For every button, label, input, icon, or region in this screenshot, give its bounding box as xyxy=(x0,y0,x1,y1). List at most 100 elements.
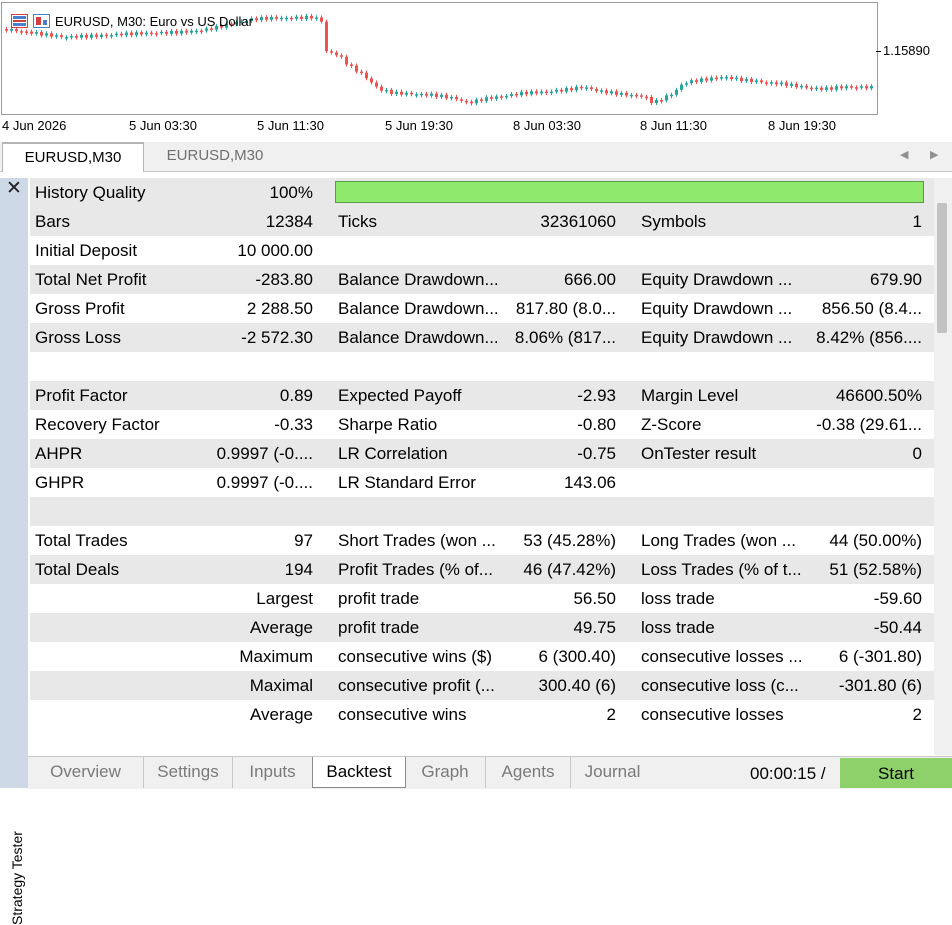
metric-value xyxy=(500,352,616,381)
candle-body xyxy=(335,52,338,56)
scroll-right-icon[interactable]: ▶ xyxy=(930,148,938,161)
scroll-thumb[interactable] xyxy=(937,203,947,333)
candle-body xyxy=(135,32,138,36)
metric-label: loss trade xyxy=(641,618,715,637)
candle-body xyxy=(700,78,703,83)
candle-body xyxy=(725,77,728,79)
candle-body xyxy=(580,86,583,89)
candle-body xyxy=(735,77,738,80)
candle-body xyxy=(870,86,873,89)
candle-body xyxy=(115,33,118,36)
candle-body xyxy=(750,78,753,83)
metric-value: 10 000.00 xyxy=(237,241,313,260)
metric-label: Equity Drawdown ... xyxy=(641,328,793,347)
candle-body xyxy=(100,34,103,37)
candle-body xyxy=(95,34,98,37)
candle-body xyxy=(520,91,523,96)
candle-body xyxy=(805,85,808,88)
metric-label: profit trade xyxy=(338,618,420,637)
candle-body xyxy=(380,86,383,91)
metric-value: 46600.50% xyxy=(835,386,922,405)
start-button[interactable]: Start xyxy=(840,758,952,788)
candle-body xyxy=(645,96,648,99)
candle-body xyxy=(130,32,133,36)
chart-frame[interactable]: EURUSD, M30: Euro vs US Dollar xyxy=(1,2,878,115)
candle-body xyxy=(630,94,633,97)
metric-label: Long Trades (won ... xyxy=(641,531,796,550)
candle-body xyxy=(495,96,498,99)
chart-grid-icon xyxy=(11,14,28,28)
candle-body xyxy=(360,71,363,74)
metric-label: LR Correlation xyxy=(338,444,448,463)
candle-body xyxy=(50,33,53,37)
metric-value: 6 (300.40) xyxy=(538,647,617,666)
time-label: 4 Jun 2026 xyxy=(2,118,67,133)
candle-body xyxy=(175,30,178,34)
candle-body xyxy=(330,51,333,53)
candle-body xyxy=(605,90,608,94)
close-icon[interactable]: ✕ xyxy=(3,178,25,200)
candle-body xyxy=(510,93,513,96)
candle-body xyxy=(600,90,603,92)
candle-body xyxy=(540,91,543,94)
metric-value: 0.9997 (-0.... xyxy=(216,444,313,463)
candle-body xyxy=(670,94,673,97)
chart-tab-active[interactable]: EURUSD,M30 xyxy=(2,142,144,172)
results-scrollbar[interactable] xyxy=(934,178,952,755)
candle-body xyxy=(705,78,708,81)
metric-label: Expected Payoff xyxy=(338,386,462,405)
tab-graph[interactable]: Graph xyxy=(405,757,486,788)
candle-body xyxy=(565,88,568,92)
tab-inputs[interactable]: Inputs xyxy=(233,757,312,788)
candle-body xyxy=(90,34,93,38)
results-row: Maximal consecutive profit (... 300.40 (6)… xyxy=(30,671,934,700)
metric-value: 49.75 xyxy=(573,618,616,637)
candle-body xyxy=(265,17,268,20)
metric-value: 2 xyxy=(912,705,922,724)
metric-label: profit trade xyxy=(338,589,420,608)
tab-settings[interactable]: Settings xyxy=(144,757,233,788)
metric-value: 56.50 xyxy=(573,589,616,608)
row-group-label: Average xyxy=(249,705,313,724)
metric-label xyxy=(338,236,503,265)
price-chart[interactable]: EURUSD, M30: Euro vs US Dollar 1.15890 4… xyxy=(0,0,952,142)
tab-agents[interactable]: Agents xyxy=(486,757,571,788)
candle-body xyxy=(400,91,403,95)
candle-body xyxy=(165,31,168,34)
metric-value: 1 xyxy=(912,212,922,231)
candle-body xyxy=(40,32,43,36)
chart-tab[interactable]: EURUSD,M30 xyxy=(145,142,285,170)
metric-label xyxy=(338,352,503,381)
strategy-tester-strip: ✕ Strategy Tester xyxy=(0,178,28,925)
metric-value xyxy=(800,497,922,526)
price-axis-label: 1.15890 xyxy=(883,43,930,58)
candle-body xyxy=(365,72,368,79)
row-group-label: Largest xyxy=(256,589,313,608)
metric-label: consecutive losses xyxy=(641,705,784,724)
metric-value xyxy=(500,497,616,526)
tab-overview[interactable]: Overview xyxy=(28,757,144,788)
metric-value: 8.06% (817... xyxy=(514,328,616,347)
candle-body xyxy=(730,77,733,80)
metric-value: 51 (52.58%) xyxy=(829,560,922,579)
tab-journal[interactable]: Journal xyxy=(571,757,654,788)
tab-backtest[interactable]: Backtest xyxy=(312,757,406,788)
chart-pane-icon xyxy=(33,14,50,28)
time-label: 5 Jun 19:30 xyxy=(385,118,453,133)
candle-body xyxy=(140,32,143,35)
candle-body xyxy=(785,82,788,86)
metric-value: 44 (50.00%) xyxy=(829,531,922,550)
candle-body xyxy=(760,80,763,83)
results-row: Largest profit trade 56.50 loss trade -59.60 xyxy=(30,584,934,613)
candle-body xyxy=(695,80,698,83)
candle-body xyxy=(260,17,263,21)
scroll-left-icon[interactable]: ◀ xyxy=(900,148,908,161)
candle-body xyxy=(435,93,438,97)
candle-body xyxy=(850,86,853,88)
candle-body xyxy=(195,30,198,33)
metric-value: 666.00 xyxy=(564,270,616,289)
candle-body xyxy=(490,97,493,99)
candle-body xyxy=(800,85,803,88)
results-row: AHPR 0.9997 (-0.... LR Correlation -0.75 OnT… xyxy=(30,439,934,468)
metric-label: Balance Drawdown... xyxy=(338,270,499,289)
